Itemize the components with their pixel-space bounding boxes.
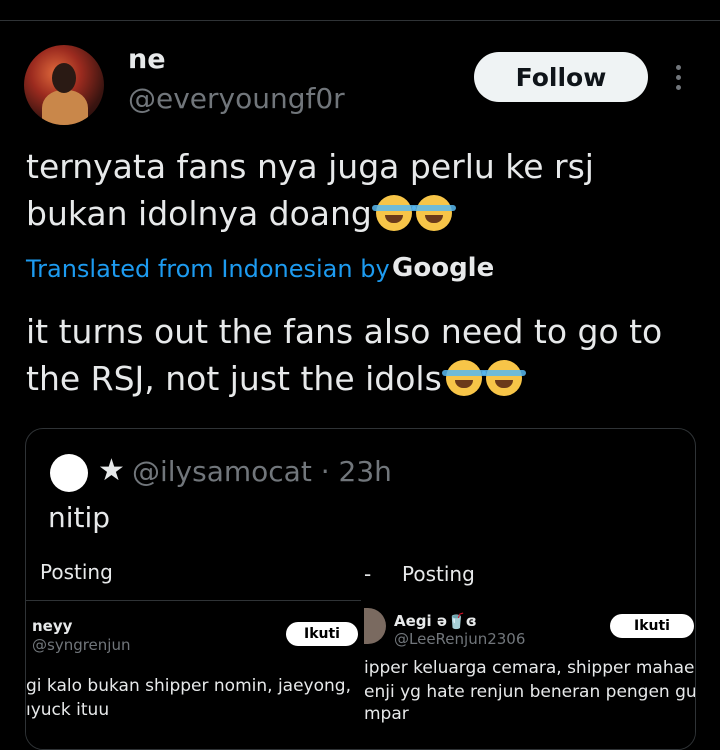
dash: - [364,562,372,586]
quoted-tweet[interactable]: ★ @ilysamocat · 23h nitip Posting neyy @… [25,428,696,750]
screenshot-right: - Posting Aegi ə🥤ɞ @LeeRenjun2306 Ikuti … [364,544,696,749]
post-line: enji yg hate renjun beneran pengen gue [364,682,696,702]
google-logo: Google [392,253,495,283]
quoted-text: nitip [48,501,111,534]
ikuti-button: Ikuti [286,622,358,646]
face-with-tears-of-joy-icon [441,360,486,396]
post-author-avatar [364,608,386,644]
post-line: ipper keluarga cemara, shipper mahae nom… [364,658,695,678]
post-author-handle: @syngrenjun [32,636,131,654]
quoted-handle-time[interactable]: @ilysamocat · 23h [132,455,392,488]
ikuti-button: Ikuti [610,614,694,638]
posting-header: Posting [402,562,475,586]
author-name[interactable]: ne [128,44,166,75]
translation-content: it turns out the fans also need to go to… [26,312,663,398]
posting-header: Posting [40,560,113,584]
top-divider [0,20,720,21]
quoted-avatar[interactable] [50,454,88,492]
author-avatar[interactable] [24,45,104,125]
face-with-tears-of-joy-icon [371,195,416,231]
tweet-text-content: ternyata fans nya juga perlu ke rsj buka… [26,147,594,233]
screenshot-left: Posting neyy @syngrenjun Ikuti gi kalo b… [26,544,361,749]
translated-label[interactable]: Translated from Indonesian by [26,255,390,283]
post-line: gi kalo bukan shipper nomin, jaeyong, [26,676,351,696]
more-icon[interactable] [668,62,688,96]
star-icon: ★ [98,453,125,488]
face-with-tears-of-joy-icon [411,195,456,231]
author-handle[interactable]: @everyoungf0r [128,82,345,115]
post-author-name: Aegi ə🥤ɞ [394,612,477,630]
face-with-tears-of-joy-icon [481,360,526,396]
translation-text: it turns out the fans also need to go to… [26,308,696,402]
follow-button[interactable]: Follow [474,52,648,102]
post-line: mpar [364,704,409,724]
post-line: ıyuck ituu [26,700,110,720]
post-author-handle: @LeeRenjun2306 [394,630,526,648]
tweet-text: ternyata fans nya juga perlu ke rsj buka… [26,143,696,237]
divider [26,600,361,601]
post-author-name: neyy [32,617,73,635]
